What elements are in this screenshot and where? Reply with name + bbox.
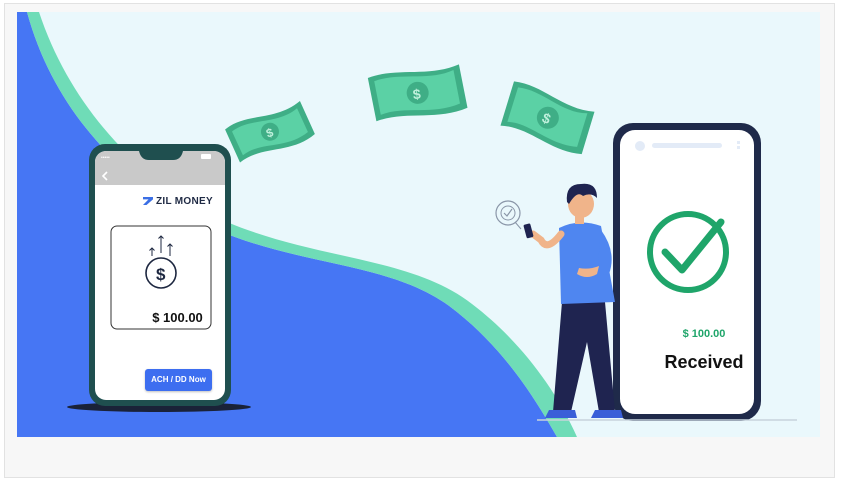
ach-dd-now-button[interactable]: ACH / DD Now — [145, 369, 212, 391]
svg-text:••••• ︎: ••••• ︎ — [101, 155, 111, 161]
zil-money-logo-mark — [143, 197, 153, 205]
zil-money-logo: ZIL MONEY — [143, 196, 213, 207]
received-amount: $ 100.00 — [682, 328, 726, 340]
illustration-graphics: $ $ $ ••••• ︎ $ — [17, 12, 797, 437]
hero-illustration: $ $ $ ••••• ︎ $ ZIL MONEY $ 100.00 ACH /… — [17, 12, 820, 437]
right-phone — [613, 123, 761, 421]
svg-text:$: $ — [156, 265, 166, 284]
brand-name: ZIL MONEY — [156, 196, 213, 207]
banknote-icon: $ — [500, 81, 595, 155]
banknote-icon: $ — [367, 64, 468, 122]
received-status: Received — [664, 352, 744, 372]
banknote-icon: $ — [225, 100, 315, 163]
left-phone: ••••• ︎ $ — [89, 144, 231, 406]
sent-amount: $ 100.00 — [152, 310, 203, 325]
